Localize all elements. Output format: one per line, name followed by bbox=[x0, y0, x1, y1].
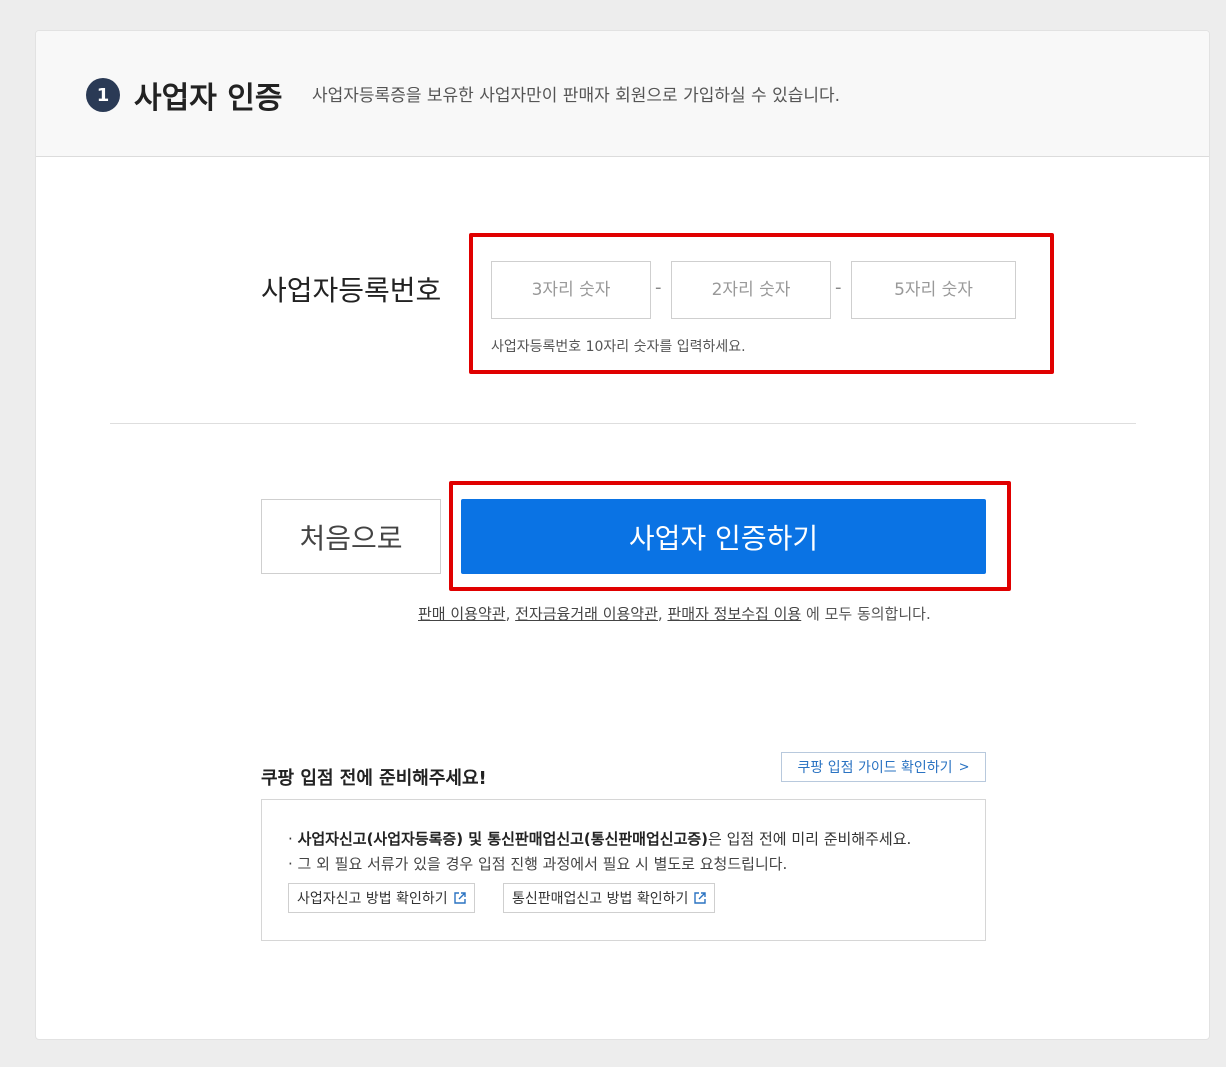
biz-number-part2-input[interactable] bbox=[671, 261, 831, 319]
step-badge: 1 bbox=[86, 78, 120, 112]
separator-dash: - bbox=[835, 277, 842, 298]
external-link-icon bbox=[694, 892, 707, 904]
external-link-icon bbox=[453, 892, 466, 904]
business-report-guide-label: 사업자신고 방법 확인하기 bbox=[297, 891, 448, 907]
biz-number-label: 사업자등록번호 bbox=[261, 274, 442, 307]
chevron-right-icon: > bbox=[958, 759, 970, 775]
bullet: · bbox=[288, 830, 293, 848]
terms-agreement: 판매 이용약관, 전자금융거래 이용약관, 판매자 정보수집 이용 에 모두 동… bbox=[418, 603, 931, 624]
business-report-guide-button[interactable]: 사업자신고 방법 확인하기 bbox=[288, 883, 475, 913]
entry-guide-button[interactable]: 쿠팡 입점 가이드 확인하기 > bbox=[781, 752, 986, 782]
prep-info-box: · 사업자신고(사업자등록증) 및 통신판매업신고(통신판매업신고증)은 입점 … bbox=[261, 799, 986, 941]
sales-terms-link[interactable]: 판매 이용약관 bbox=[418, 605, 506, 623]
biz-number-hint: 사업자등록번호 10자리 숫자를 입력하세요. bbox=[491, 339, 746, 355]
terms-separator: , bbox=[505, 605, 511, 623]
registration-card: 1 사업자 인증 사업자등록증을 보유한 사업자만이 판매자 회원으로 가입하실… bbox=[35, 30, 1210, 1040]
page-title: 사업자 인증 bbox=[134, 81, 283, 116]
entry-guide-label: 쿠팡 입점 가이드 확인하기 bbox=[797, 760, 953, 776]
biz-number-part1-input[interactable] bbox=[491, 261, 651, 319]
divider bbox=[110, 423, 1136, 424]
prep-info-line1-rest: 은 입점 전에 미리 준비해주세요. bbox=[708, 830, 912, 848]
mail-order-report-guide-label: 통신판매업신고 방법 확인하기 bbox=[512, 891, 689, 907]
biz-number-part3-input[interactable] bbox=[851, 261, 1016, 319]
terms-separator: , bbox=[657, 605, 663, 623]
mail-order-report-guide-button[interactable]: 통신판매업신고 방법 확인하기 bbox=[503, 883, 716, 913]
terms-suffix: 에 모두 동의합니다. bbox=[801, 605, 931, 623]
seller-privacy-link[interactable]: 판매자 정보수집 이용 bbox=[667, 605, 801, 623]
prep-title: 쿠팡 입점 전에 준비해주세요! bbox=[261, 768, 487, 789]
verify-business-button[interactable]: 사업자 인증하기 bbox=[461, 499, 986, 574]
separator-dash: - bbox=[655, 277, 662, 298]
e-finance-terms-link[interactable]: 전자금융거래 이용약관 bbox=[515, 605, 658, 623]
card-header: 1 사업자 인증 사업자등록증을 보유한 사업자만이 판매자 회원으로 가입하실… bbox=[36, 31, 1209, 157]
page-description: 사업자등록증을 보유한 사업자만이 판매자 회원으로 가입하실 수 있습니다. bbox=[312, 86, 841, 106]
prep-info-line1: · 사업자신고(사업자등록증) 및 통신판매업신고(통신판매업신고증)은 입점 … bbox=[288, 828, 963, 850]
back-to-start-button[interactable]: 처음으로 bbox=[261, 499, 441, 574]
required-docs: 사업자신고(사업자등록증) 및 통신판매업신고(통신판매업신고증) bbox=[297, 830, 709, 848]
prep-info-line2: · 그 외 필요 서류가 있을 경우 입점 진행 과정에서 필요 시 별도로 요… bbox=[288, 855, 788, 873]
